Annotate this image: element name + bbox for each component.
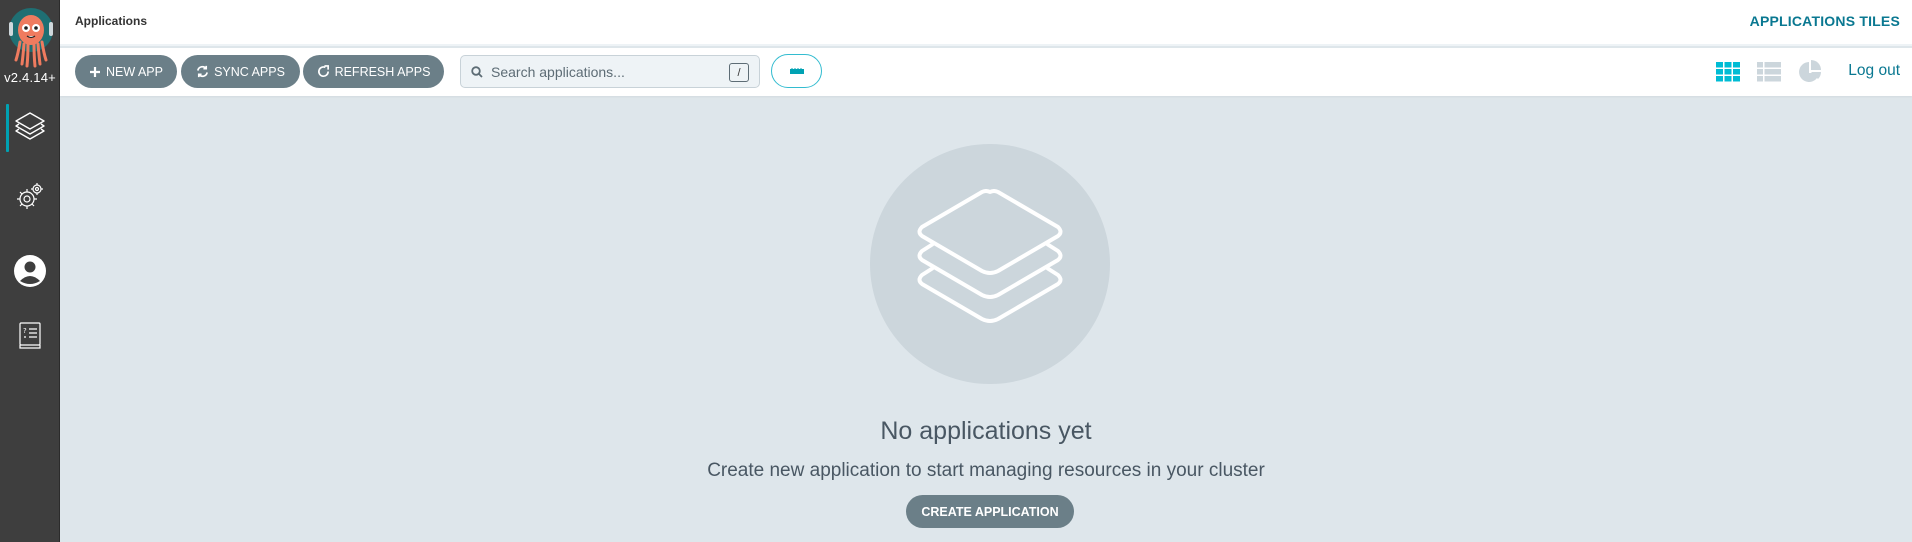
- create-application-button[interactable]: CREATE APPLICATION: [906, 495, 1074, 528]
- refresh-apps-label: REFRESH APPS: [334, 64, 431, 79]
- layers-icon: [13, 109, 47, 148]
- version-label: v2.4.14+: [4, 70, 56, 85]
- argo-logo[interactable]: [6, 4, 56, 68]
- list-icon: [1757, 62, 1781, 82]
- sidebar-item-documentation[interactable]: ?: [0, 310, 60, 366]
- breadcrumb[interactable]: Applications: [75, 14, 147, 28]
- sync-apps-button[interactable]: SYNC APPS: [181, 55, 300, 88]
- empty-state-subtitle: Create new application to start managing…: [707, 460, 1265, 481]
- empty-state-illustration: [870, 144, 1110, 384]
- sync-apps-label: SYNC APPS: [214, 64, 285, 79]
- search-shortcut-hint: /: [729, 63, 749, 82]
- new-app-label: NEW APP: [106, 64, 163, 79]
- sidebar-item-applications[interactable]: [0, 100, 60, 156]
- search-input[interactable]: [491, 63, 721, 80]
- pie-chart-icon: [1799, 60, 1821, 82]
- summary-view-button[interactable]: [1798, 60, 1822, 84]
- plus-icon: [90, 66, 101, 77]
- sidebar: v2.4.14+ ?: [0, 0, 60, 542]
- tiles-view-button[interactable]: [1716, 60, 1740, 84]
- refresh-apps-button[interactable]: REFRESH APPS: [303, 55, 444, 88]
- sidebar-item-settings[interactable]: [0, 170, 60, 226]
- list-view-button[interactable]: [1757, 60, 1781, 84]
- svg-text:?: ?: [23, 327, 27, 335]
- logout-link[interactable]: Log out: [1848, 62, 1900, 80]
- ruler-icon: [789, 68, 804, 74]
- user-circle-icon: [13, 254, 47, 293]
- refresh-icon: [317, 65, 329, 78]
- help-book-icon: ?: [17, 321, 43, 356]
- search-box[interactable]: /: [460, 55, 760, 88]
- filter-toggle-button[interactable]: [771, 54, 822, 88]
- sidebar-item-user-info[interactable]: [0, 245, 60, 301]
- search-icon: [471, 65, 483, 78]
- toolbar: NEW APP SYNC APPS REFRESH APPS /: [60, 48, 1912, 96]
- empty-state-title: No applications yet: [880, 417, 1092, 445]
- grid-icon: [1716, 62, 1740, 82]
- layers-icon: [915, 189, 1065, 339]
- gears-icon: [14, 180, 46, 217]
- sync-icon: [197, 65, 209, 78]
- page-title: APPLICATIONS TILES: [1749, 13, 1900, 29]
- view-switcher: [1716, 60, 1822, 84]
- new-app-button[interactable]: NEW APP: [75, 55, 177, 88]
- top-bar: Applications APPLICATIONS TILES: [60, 0, 1912, 46]
